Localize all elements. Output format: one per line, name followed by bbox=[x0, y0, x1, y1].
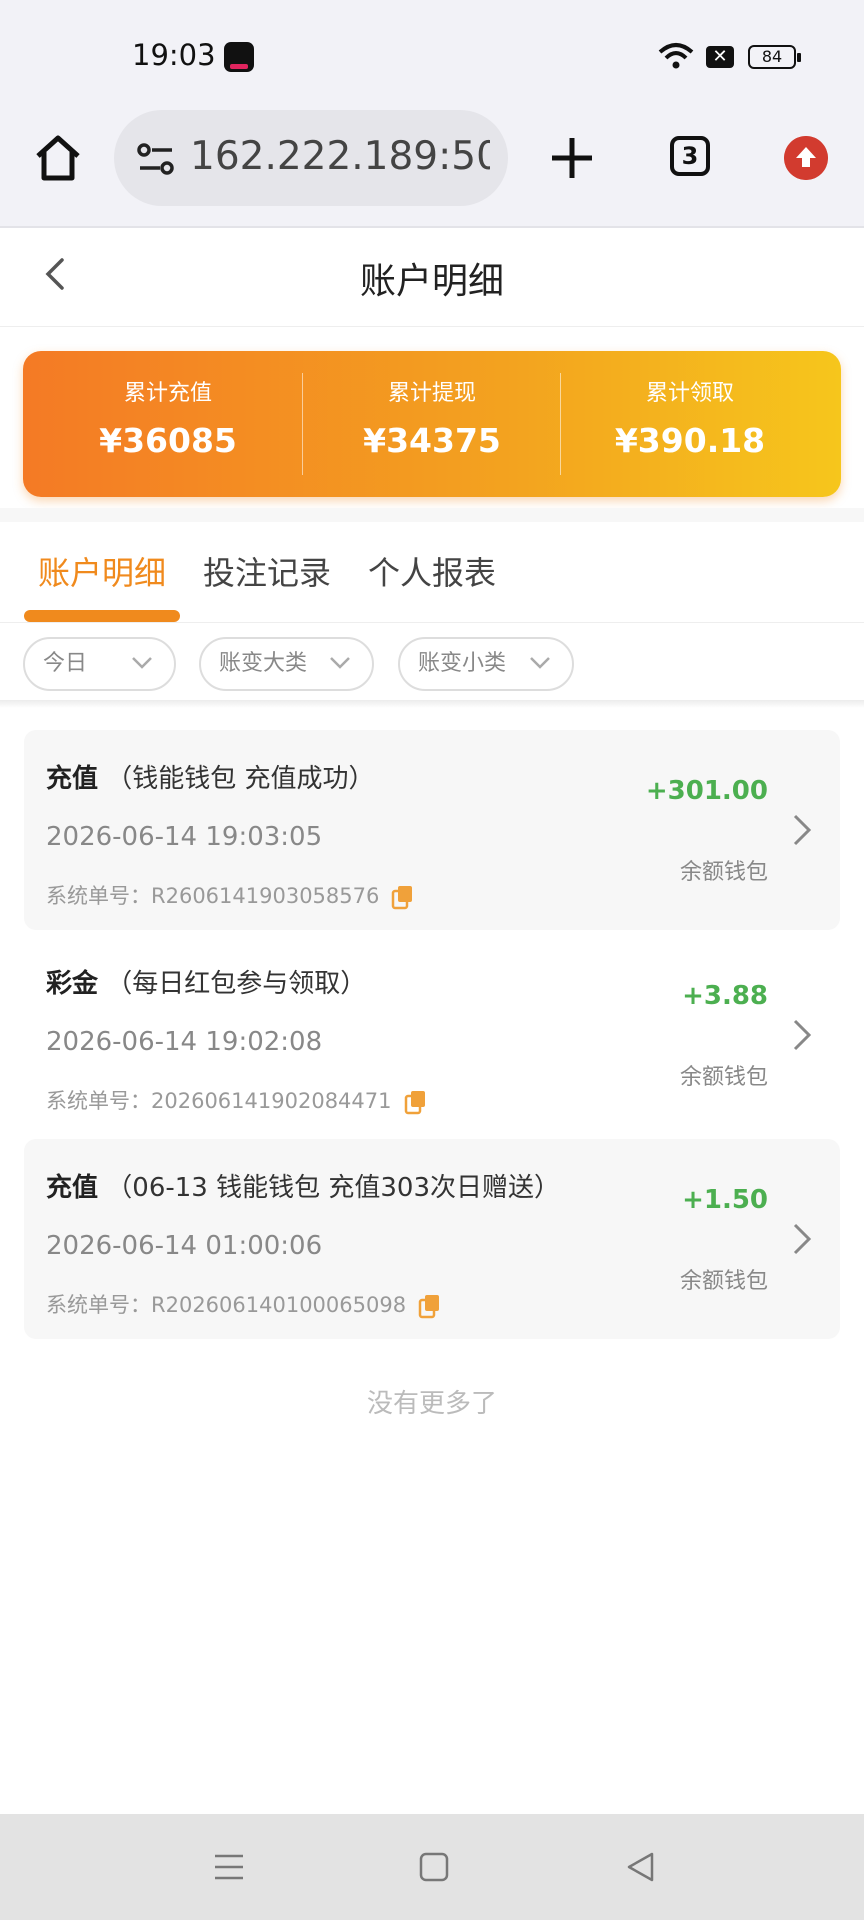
tab-personal-report[interactable]: 个人报表 bbox=[368, 548, 496, 594]
stat-total-recharge: 累计充值 ¥36085 bbox=[39, 351, 297, 497]
no-more-text: 没有更多了 bbox=[366, 1389, 497, 1419]
copy-icon[interactable] bbox=[418, 1293, 442, 1319]
record-wallet: 余额钱包 bbox=[679, 1269, 768, 1294]
site-settings-icon[interactable] bbox=[136, 142, 176, 176]
stat-label: 累计领取 bbox=[645, 381, 734, 406]
chevron-right-icon bbox=[793, 1019, 812, 1051]
record-order: 系统单号：202606141902084471 bbox=[46, 1085, 428, 1115]
menu-icon[interactable] bbox=[212, 1850, 246, 1884]
active-tab-indicator bbox=[24, 610, 180, 622]
list-item[interactable]: 充值 （钱能钱包 充值成功） 2026-06-14 19:03:05 系统单号：… bbox=[24, 730, 840, 930]
filter-subcategory-dropdown[interactable]: 账变小类 bbox=[398, 637, 574, 691]
list-item[interactable]: 充值 （06-13 钱能钱包 充值303次日赠送） 2026-06-14 01:… bbox=[24, 1139, 840, 1339]
wifi-icon bbox=[658, 43, 694, 69]
divider bbox=[0, 622, 864, 623]
plus-icon[interactable] bbox=[548, 134, 596, 182]
record-amount: +3.88 bbox=[682, 981, 768, 1011]
order-label: 系统单号： bbox=[46, 1089, 151, 1113]
order-label: 系统单号： bbox=[46, 884, 151, 908]
stat-label: 累计充值 bbox=[123, 381, 212, 406]
record-wallet: 余额钱包 bbox=[679, 1065, 768, 1090]
list-item[interactable]: 彩金 （每日红包参与领取） 2026-06-14 19:02:08 系统单号：2… bbox=[24, 935, 840, 1135]
upload-icon[interactable] bbox=[784, 136, 828, 180]
tiktok-notification-icon bbox=[224, 42, 254, 72]
record-datetime: 2026-06-14 19:02:08 bbox=[46, 1027, 323, 1057]
record-order: 系统单号：R2606141903058576 bbox=[46, 880, 415, 910]
record-amount: +1.50 bbox=[682, 1185, 768, 1215]
filter-category-dropdown[interactable]: 账变大类 bbox=[199, 637, 374, 691]
order-number: 202606141902084471 bbox=[151, 1089, 392, 1113]
order-label: 系统单号： bbox=[46, 1293, 151, 1317]
chevron-down-icon bbox=[132, 657, 152, 669]
record-order: 系统单号：R202606140100065098 bbox=[46, 1289, 442, 1319]
no-sim-icon: ✕ bbox=[706, 46, 734, 68]
record-type: 充值 bbox=[46, 1173, 99, 1203]
square-icon[interactable] bbox=[418, 1850, 450, 1884]
stat-total-withdraw: 累计提现 ¥34375 bbox=[303, 351, 561, 497]
chevron-right-icon bbox=[793, 814, 812, 846]
tab-bet-records[interactable]: 投注记录 bbox=[203, 548, 331, 594]
record-title: 彩金 （每日红包参与领取） bbox=[46, 963, 366, 1000]
record-title: 充值 （钱能钱包 充值成功） bbox=[46, 758, 375, 795]
filter-label: 今日 bbox=[43, 651, 88, 676]
url-text[interactable]: 162.222.189:50921 bbox=[190, 134, 490, 179]
status-time: 19:03 bbox=[132, 38, 216, 72]
record-wallet: 余额钱包 bbox=[679, 860, 768, 885]
back-triangle-icon[interactable] bbox=[624, 1850, 656, 1884]
chevron-down-icon bbox=[330, 657, 350, 669]
copy-icon[interactable] bbox=[404, 1089, 428, 1115]
page-title: 账户明细 bbox=[359, 261, 504, 302]
record-datetime: 2026-06-14 01:00:06 bbox=[46, 1231, 323, 1261]
record-type: 充值 bbox=[46, 764, 99, 794]
tab-account-details[interactable]: 账户明细 bbox=[38, 548, 166, 594]
tabs-icon[interactable]: 3 bbox=[670, 136, 710, 176]
chevron-down-icon bbox=[530, 657, 550, 669]
record-title: 充值 （06-13 钱能钱包 充值303次日赠送） bbox=[46, 1167, 560, 1204]
record-desc: （每日红包参与领取） bbox=[106, 969, 367, 999]
stat-value: ¥390.18 bbox=[614, 421, 766, 460]
record-desc: （钱能钱包 充值成功） bbox=[106, 764, 375, 794]
stat-value: ¥34375 bbox=[363, 421, 501, 460]
filter-label: 账变小类 bbox=[418, 651, 507, 676]
section-separator bbox=[0, 508, 864, 522]
status-bar bbox=[0, 0, 864, 100]
copy-icon[interactable] bbox=[391, 884, 415, 910]
record-type: 彩金 bbox=[46, 969, 99, 999]
filter-label: 账变大类 bbox=[219, 651, 308, 676]
stat-total-claimed: 累计领取 ¥390.18 bbox=[561, 351, 819, 497]
filter-shadow bbox=[0, 700, 864, 708]
record-desc: （06-13 钱能钱包 充值303次日赠送） bbox=[106, 1173, 560, 1203]
record-datetime: 2026-06-14 19:03:05 bbox=[46, 822, 323, 852]
chevron-right-icon bbox=[793, 1223, 812, 1255]
order-number: R202606140100065098 bbox=[151, 1293, 407, 1317]
stat-value: ¥36085 bbox=[99, 421, 237, 460]
stat-label: 累计提现 bbox=[387, 381, 476, 406]
order-number: R2606141903058576 bbox=[151, 884, 380, 908]
battery-icon: 84 bbox=[748, 45, 801, 69]
summary-card: 累计充值 ¥36085 累计提现 ¥34375 累计领取 ¥390.18 bbox=[23, 351, 841, 497]
record-amount: +301.00 bbox=[645, 776, 768, 806]
filter-date-dropdown[interactable]: 今日 bbox=[23, 637, 176, 691]
home-icon[interactable] bbox=[30, 130, 86, 186]
